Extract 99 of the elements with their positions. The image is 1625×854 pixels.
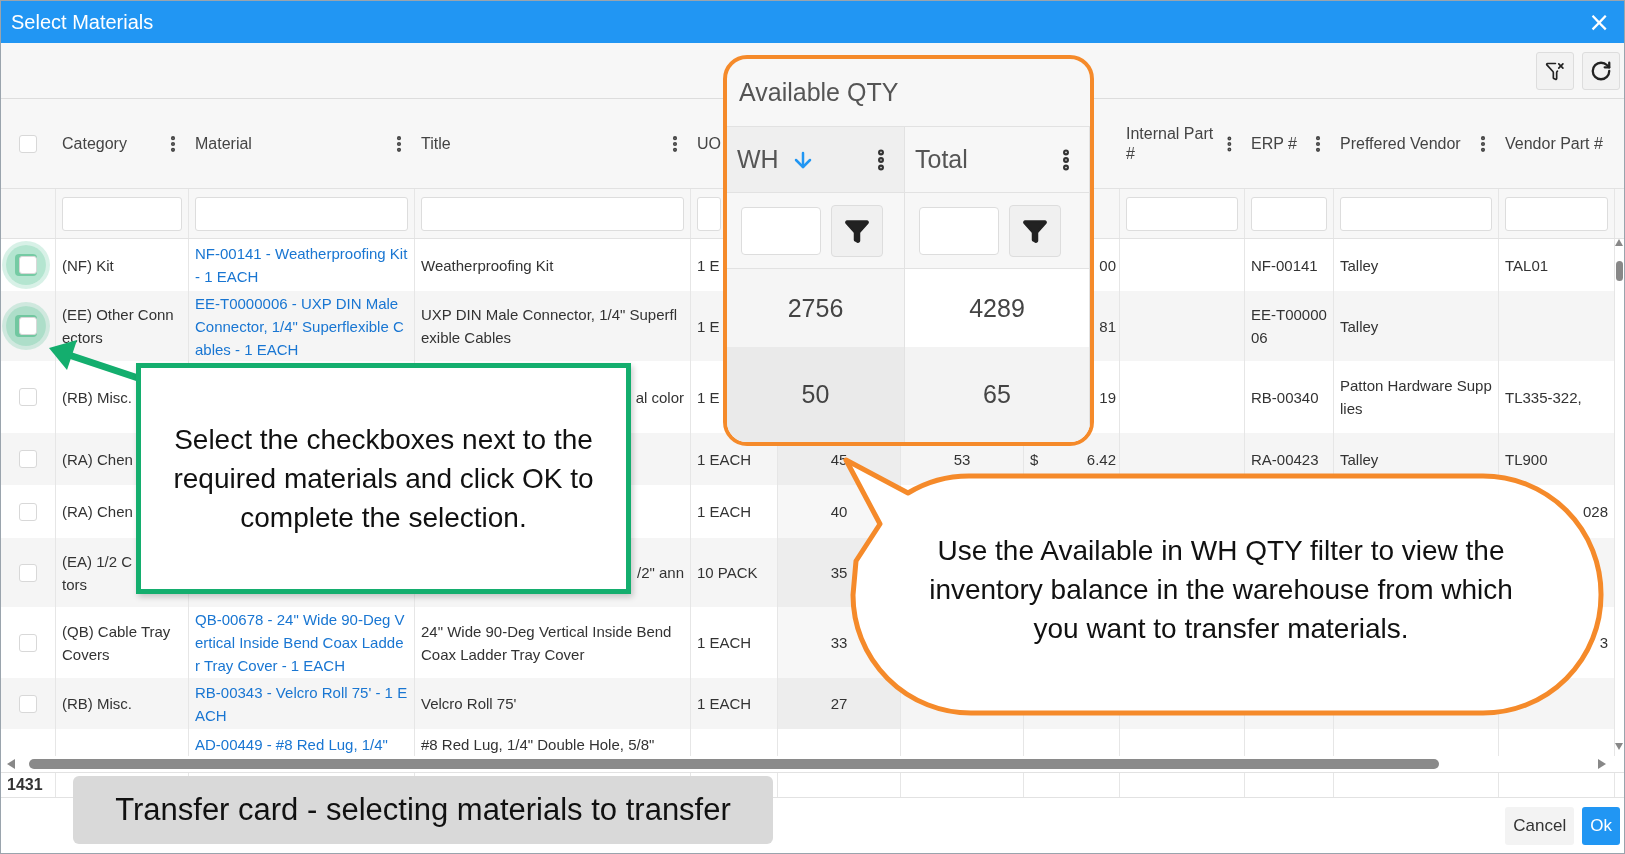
vendor-cell-text: Talley — [1340, 316, 1379, 337]
filter-icon — [844, 217, 870, 244]
row-checkbox[interactable] — [19, 502, 37, 521]
wh-cell-text: 33 — [830, 633, 848, 653]
row-checkbox[interactable] — [19, 450, 37, 468]
filter-button[interactable] — [1009, 204, 1061, 257]
material-link[interactable]: AD-00449 - #8 Red Lug, 1/4" — [195, 733, 388, 756]
clear-filter-button[interactable] — [1536, 51, 1574, 90]
uom-cell-text: 1 E — [697, 255, 720, 276]
internal-part-cell-text: NF-00141 — [1251, 255, 1318, 276]
category-cell-text: (QB) Cable Tray Covers — [62, 621, 172, 665]
column-header[interactable]: Category — [62, 133, 127, 154]
filter-field[interactable] — [421, 196, 684, 231]
filter-field[interactable] — [1340, 196, 1492, 231]
category-cell-text: (RA) Chen — [62, 502, 133, 522]
title-cell-text: Velcro Roll 75' — [421, 694, 517, 714]
vendor-part-cell-text: 028 — [1582, 502, 1608, 522]
refresh-button[interactable] — [1582, 51, 1620, 90]
material-link[interactable]: EE-T0000006 - UXP DIN Male Connector, 1/4" Superflexible Cables - 1 EACH — [195, 291, 408, 361]
price-cell-text: 6.42 — [1086, 449, 1116, 470]
window-title: Select Materials — [11, 10, 154, 34]
column-header[interactable]: UO — [697, 133, 721, 154]
title-cell-text: 24" Wide 90-Deg Vertical Inside Bend Coax Ladder Tray Cover — [421, 621, 673, 665]
price-cell-text: 19 — [1099, 387, 1116, 408]
filter-field[interactable] — [919, 206, 999, 255]
price-cell-text: 81 — [1099, 316, 1116, 337]
uom-cell-text: 10 PACK — [697, 563, 758, 583]
vendor-part-cell-text: TAL01 — [1505, 255, 1549, 276]
title-cell-text: al color — [635, 387, 684, 408]
wh-cell-text: 27 — [830, 694, 848, 714]
select-all-checkbox[interactable] — [19, 134, 37, 153]
filter-field[interactable] — [1505, 196, 1608, 231]
filter-field[interactable] — [195, 196, 408, 231]
material-link[interactable]: NF-00141 - Weatherproofing Kit - 1 EACH — [195, 242, 408, 288]
row-checkbox[interactable] — [19, 633, 37, 652]
column-header[interactable]: ERP # — [1251, 133, 1297, 154]
material-link[interactable]: RB-00343 - Velcro Roll 75' - 1 EACH — [195, 680, 408, 727]
internal-part-cell-text: EE-T0000006 — [1251, 305, 1327, 348]
quantity-cell: 4289 — [969, 293, 1025, 323]
title-cell-text: UXP DIN Male Connector, 1/4" Superflexible Cables — [421, 305, 678, 348]
category-cell-text: (RB) Misc. — [62, 694, 132, 714]
title-cell-text: #8 Red Lug, 1/4" Double Hole, 5/8" — [421, 735, 655, 755]
row-checkbox[interactable] — [19, 694, 37, 713]
caption-text: Transfer card - selecting materials to transfer — [115, 792, 731, 828]
internal-part-cell-text: RB-00340 — [1251, 387, 1319, 408]
column-header[interactable]: Title — [421, 133, 451, 154]
vendor-part-cell-text: 3 — [1599, 633, 1608, 653]
title-cell-text: Weatherproofing Kit — [421, 255, 554, 276]
row-checkbox[interactable] — [19, 388, 37, 406]
row-count: 1431 — [7, 776, 43, 794]
vendor-cell-text: Talley — [1340, 255, 1379, 276]
quantity-cell: 2756 — [787, 293, 844, 323]
clear-filter-icon — [1545, 60, 1565, 81]
filter-field[interactable] — [62, 196, 182, 231]
currency-sign: $ — [1030, 449, 1039, 470]
filter-field[interactable] — [1126, 196, 1238, 231]
category-cell-text: (NF) Kit — [62, 255, 114, 276]
uom-cell-text: 1 EACH — [697, 502, 752, 522]
refresh-icon — [1590, 59, 1612, 82]
uom-cell-text: 1 EACH — [697, 694, 752, 714]
wh-cell-text: 40 — [830, 502, 848, 522]
uom-cell-text: 1 E — [697, 387, 720, 408]
callout-text: Use the Available in WH QTY filter to view the inventory balance in the warehouse from which you want to transfer materials. — [928, 534, 1514, 646]
vendor-cell-text: Patton Hardware Supplies — [1340, 376, 1492, 419]
cancel-button[interactable]: Cancel — [1505, 806, 1575, 845]
uom-cell-text: 1 EACH — [697, 449, 752, 470]
material-link[interactable]: QB-00678 - 24" Wide 90-Deg Vertical Inside Bend Coax Ladder Tray Cover - 1 EACH — [195, 608, 408, 677]
total-cell-text: 53 — [953, 449, 971, 470]
column-header[interactable]: Vendor Part # — [1505, 133, 1603, 154]
callout-text: Select the checkboxes next to the required materials and click OK to complete the selection. — [172, 423, 595, 535]
vendor-cell-text: Talley — [1340, 449, 1379, 470]
wh-cell-text: 35 — [830, 563, 848, 583]
uom-cell-text: 1 E — [697, 316, 720, 337]
row-checkbox[interactable] — [19, 256, 37, 274]
quantity-cell: 50 — [801, 380, 830, 409]
column-header[interactable]: Preffered Vendor — [1340, 133, 1461, 154]
vendor-part-cell-text: TL900 — [1505, 449, 1548, 470]
column-header[interactable]: WH — [737, 145, 779, 174]
column-header[interactable]: Total — [915, 145, 968, 174]
filter-field[interactable] — [1251, 196, 1327, 231]
column-header[interactable]: Material — [195, 133, 252, 154]
category-cell-text: (EE) Other Connectors — [62, 305, 175, 348]
filter-button[interactable] — [831, 204, 883, 257]
filter-icon — [1022, 217, 1048, 244]
uom-cell-text: 1 EACH — [697, 633, 752, 653]
category-cell-text: (EA) 1/2 C tors — [62, 551, 133, 595]
title-cell-text: /2" ann — [636, 563, 684, 583]
column-header[interactable]: Internal Part # — [1126, 123, 1221, 164]
vendor-part-cell-text: TL335-322, — [1505, 387, 1582, 408]
price-cell-text: 00 — [1099, 255, 1116, 276]
category-cell-text: (RA) Chen — [62, 449, 133, 470]
filter-field[interactable] — [697, 196, 721, 231]
category-cell-text: (RB) Misc. — [62, 387, 132, 408]
row-checkbox[interactable] — [19, 317, 37, 335]
column-group-title: Available QTY — [739, 78, 899, 107]
row-checkbox[interactable] — [19, 563, 37, 582]
filter-field[interactable] — [741, 206, 821, 255]
quantity-cell: 65 — [983, 380, 1011, 409]
internal-part-cell-text: RA-00423 — [1251, 449, 1319, 470]
